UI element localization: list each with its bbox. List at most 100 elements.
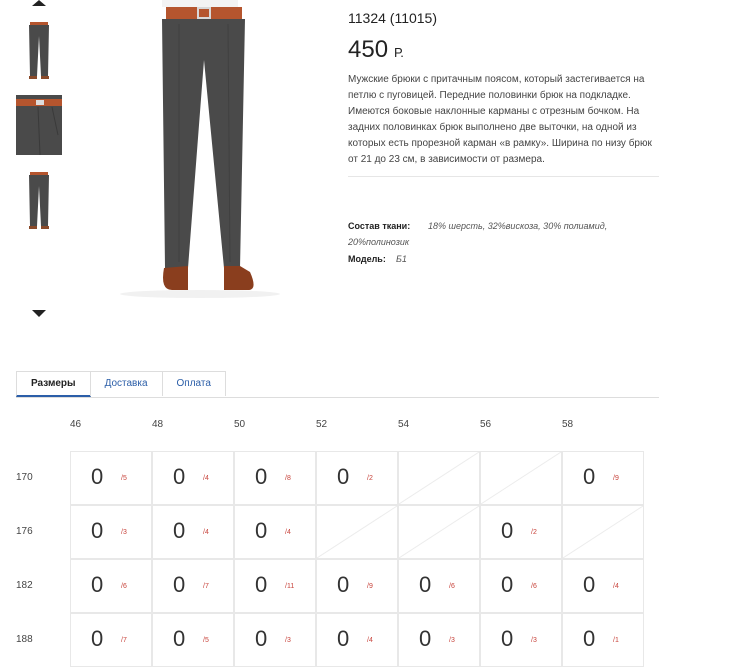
size-cell[interactable]: 0/4 (316, 613, 398, 667)
cell-quantity: 0 (419, 572, 432, 597)
size-cell-unavailable (480, 451, 562, 505)
size-cell[interactable]: 0/8 (234, 451, 316, 505)
cell-stock: /2 (531, 529, 537, 536)
size-cell[interactable]: 0/3 (398, 613, 480, 667)
unavailable-slash-icon (399, 452, 479, 504)
cell-quantity: 0 (501, 572, 514, 597)
size-cell[interactable]: 0/6 (70, 559, 152, 613)
size-cell[interactable]: 0/4 (234, 505, 316, 559)
cell-quantity: 0 (173, 518, 186, 543)
thumbnail-up-arrow-icon[interactable] (32, 0, 46, 6)
cell-quantity: 0 (337, 626, 350, 651)
model-info: Модель: Б1 (348, 251, 407, 267)
size-cell[interactable]: 0/11 (234, 559, 316, 613)
size-cell[interactable]: 0/7 (70, 613, 152, 667)
cell-stock: /7 (121, 637, 127, 644)
cell-quantity: 0 (255, 626, 268, 651)
size-cell[interactable]: 0/2 (316, 451, 398, 505)
fabric-composition: Состав ткани: 18% шерсть, 32%вискоза, 30%… (348, 218, 638, 250)
cell-stock: /3 (531, 637, 537, 644)
size-cell[interactable]: 0/5 (70, 451, 152, 505)
price-value: 450 (348, 36, 389, 63)
tab-underline (16, 397, 659, 398)
product-description: Мужские брюки с притачным поясом, которы… (348, 74, 652, 165)
size-cell[interactable]: 0/3 (480, 613, 562, 667)
size-cell[interactable]: 0/7 (152, 559, 234, 613)
thumbnail-back[interactable] (16, 170, 62, 230)
divider (348, 176, 659, 177)
size-column-header: 48 (152, 419, 164, 430)
product-sku: 11324 (11015) (348, 10, 437, 26)
size-cell[interactable]: 0/4 (152, 451, 234, 505)
size-cell[interactable]: 0/5 (152, 613, 234, 667)
trousers-detail-thumb-icon (16, 95, 62, 155)
size-cell-unavailable (562, 505, 644, 559)
size-cell[interactable]: 0/1 (562, 613, 644, 667)
cell-quantity: 0 (419, 626, 432, 651)
trousers-front-thumb-icon (29, 22, 49, 79)
unavailable-slash-icon (481, 452, 561, 504)
trousers-back-thumb-icon (29, 172, 49, 229)
tab-payment[interactable]: Оплата (161, 371, 226, 396)
size-cell[interactable]: 0/4 (562, 559, 644, 613)
size-cell-unavailable (316, 505, 398, 559)
cell-stock: /3 (121, 529, 127, 536)
size-cell[interactable]: 0/6 (480, 559, 562, 613)
size-cell-unavailable (398, 451, 480, 505)
info-tabs: Размеры Доставка Оплата (16, 371, 226, 397)
cell-quantity: 0 (583, 464, 596, 489)
cell-stock: /3 (449, 637, 455, 644)
cell-stock: /4 (203, 475, 209, 482)
cell-stock: /11 (285, 583, 295, 590)
price-currency: Р. (394, 45, 404, 60)
thumbnail-front[interactable] (16, 20, 62, 80)
cell-quantity: 0 (91, 464, 104, 489)
height-row-header: 176 (16, 526, 33, 537)
size-cell[interactable]: 0/3 (70, 505, 152, 559)
size-column-header: 58 (562, 419, 574, 430)
unavailable-slash-icon (563, 506, 643, 558)
size-cell[interactable]: 0/9 (562, 451, 644, 505)
cell-quantity: 0 (337, 572, 350, 597)
size-cell[interactable]: 0/3 (234, 613, 316, 667)
height-row-header: 170 (16, 472, 33, 483)
cell-stock: /4 (203, 529, 209, 536)
cell-quantity: 0 (501, 518, 514, 543)
product-photo (100, 0, 300, 298)
cell-quantity: 0 (583, 626, 596, 651)
size-column-header: 52 (316, 419, 328, 430)
size-column-header: 54 (398, 419, 410, 430)
cell-stock: /7 (203, 583, 209, 590)
cell-quantity: 0 (501, 626, 514, 651)
size-cell-unavailable (398, 505, 480, 559)
cell-quantity: 0 (255, 464, 268, 489)
cell-stock: /6 (531, 583, 537, 590)
tab-sizes[interactable]: Размеры (16, 371, 91, 397)
cell-quantity: 0 (91, 626, 104, 651)
size-column-header: 50 (234, 419, 246, 430)
cell-stock: /9 (613, 475, 619, 482)
size-column-header: 46 (70, 419, 82, 430)
cell-stock: /9 (367, 583, 373, 590)
cell-quantity: 0 (255, 572, 268, 597)
thumbnail-detail[interactable] (16, 95, 62, 155)
cell-stock: /4 (613, 583, 619, 590)
size-cell[interactable]: 0/6 (398, 559, 480, 613)
size-cell[interactable]: 0/4 (152, 505, 234, 559)
size-cell[interactable]: 0/2 (480, 505, 562, 559)
size-column-header: 56 (480, 419, 492, 430)
thumbnail-down-arrow-icon[interactable] (32, 310, 46, 317)
cell-quantity: 0 (173, 626, 186, 651)
cell-quantity: 0 (255, 518, 268, 543)
cell-quantity: 0 (583, 572, 596, 597)
cell-stock: /6 (449, 583, 455, 590)
tab-delivery[interactable]: Доставка (89, 371, 163, 396)
cell-stock: /4 (367, 637, 373, 644)
height-row-header: 188 (16, 634, 33, 645)
cell-stock: /5 (121, 475, 127, 482)
cell-quantity: 0 (91, 572, 104, 597)
size-cell[interactable]: 0/9 (316, 559, 398, 613)
cell-stock: /8 (285, 475, 291, 482)
cell-quantity: 0 (173, 572, 186, 597)
unavailable-slash-icon (399, 506, 479, 558)
